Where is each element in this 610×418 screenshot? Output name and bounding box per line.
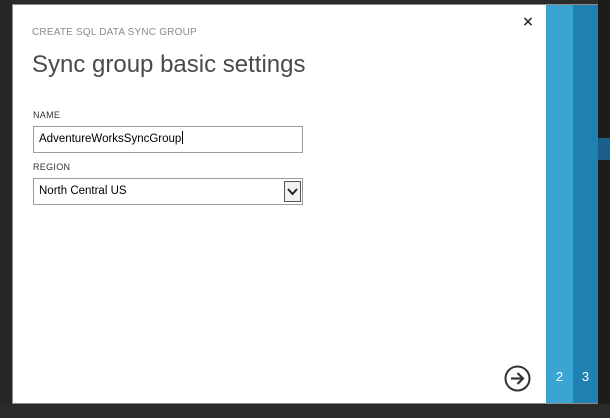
region-select[interactable]: North Central US: [33, 178, 303, 205]
close-icon[interactable]: ×: [521, 15, 535, 29]
name-label: NAME: [33, 110, 61, 120]
background-page-left: [0, 0, 12, 418]
dialog-title: Sync group basic settings: [32, 51, 306, 78]
step-3-number: 3: [581, 369, 590, 384]
background-page-right: [598, 0, 610, 418]
name-input-value: AdventureWorksSyncGroup: [39, 133, 182, 145]
text-cursor: [182, 131, 184, 144]
name-input[interactable]: AdventureWorksSyncGroup: [33, 126, 303, 153]
create-sync-group-dialog: CREATE SQL DATA SYNC GROUP Sync group ba…: [12, 4, 598, 404]
step-2-tab[interactable]: 2: [546, 5, 573, 403]
region-label: REGION: [33, 162, 71, 172]
region-select-value: North Central US: [39, 185, 127, 197]
chevron-down-icon[interactable]: [284, 181, 301, 202]
step-3-tab[interactable]: 3: [573, 5, 598, 403]
background-page-band: [598, 138, 610, 160]
arrow-right-circle-icon: [504, 365, 531, 392]
step-2-number: 2: [555, 369, 564, 384]
next-button[interactable]: [504, 365, 531, 392]
background-page-bottom: [0, 404, 610, 418]
dialog-content: CREATE SQL DATA SYNC GROUP Sync group ba…: [13, 5, 546, 403]
dialog-subtitle: CREATE SQL DATA SYNC GROUP: [32, 27, 197, 38]
